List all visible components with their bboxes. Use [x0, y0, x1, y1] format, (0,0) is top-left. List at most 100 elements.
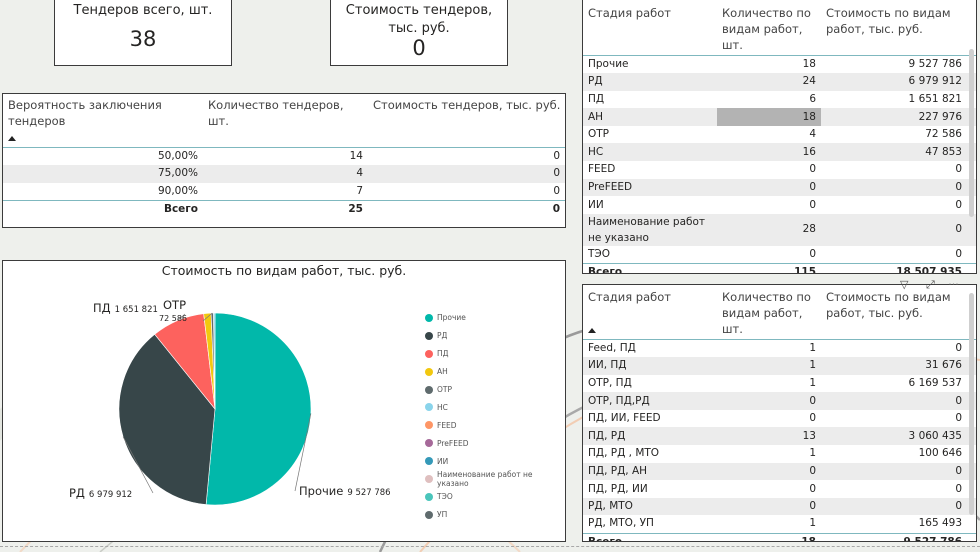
legend-item[interactable]: ОТР: [425, 381, 565, 399]
table-row[interactable]: ПД, РД, ИИ 0 0: [583, 480, 976, 498]
table-row[interactable]: ИИ, ПД 1 31 676: [583, 357, 976, 375]
legend-item[interactable]: FEED: [425, 416, 565, 434]
table-cell: 1: [809, 342, 816, 355]
table-cell: 0: [955, 198, 962, 211]
legend-label: PreFEED: [437, 438, 469, 448]
table-cell: 227 976: [821, 108, 976, 126]
column-header[interactable]: Стоимость тендеров, тыс. руб.: [368, 94, 565, 148]
column-header[interactable]: Количество по видам работ, шт.: [717, 0, 821, 56]
table-row[interactable]: 50,00% 14 0: [3, 148, 565, 166]
table-total-row: Всего 115 18 507 935: [583, 262, 976, 273]
table-row[interactable]: Feed, ПД 1 0: [583, 340, 976, 358]
probability-table[interactable]: Вероятность заключения тендеров Количест…: [2, 93, 566, 228]
table-row[interactable]: ПД, РД , МТО 1 100 646: [583, 445, 976, 463]
legend-label: ОТР: [437, 385, 453, 394]
table-row[interactable]: РД, МТО, УП 1 165 493: [583, 515, 976, 533]
column-header[interactable]: Стоимость по видам работ, тыс. руб.: [821, 285, 976, 340]
table-row[interactable]: ОТР 4 72 586: [583, 126, 976, 144]
vertical-scrollbar[interactable]: [969, 293, 974, 515]
legend-item[interactable]: PreFEED: [425, 434, 565, 452]
vertical-scrollbar[interactable]: [969, 49, 974, 217]
column-header[interactable]: Вероятность заключения тендеров: [3, 94, 203, 148]
table-cell: 0: [821, 462, 976, 481]
column-header[interactable]: Количество по видам работ, шт.: [717, 285, 821, 340]
table-row[interactable]: ИИ 0 0: [583, 196, 976, 214]
legend-item[interactable]: Наименование работ не указано: [425, 470, 565, 488]
table-cell: РД: [583, 73, 717, 91]
sort-ascending-icon[interactable]: [588, 328, 596, 333]
table-row[interactable]: ОТР, ПД,РД 0 0: [583, 392, 976, 410]
kpi-value: 0: [412, 36, 426, 60]
column-header[interactable]: Количество тендеров, шт.: [203, 94, 368, 148]
table-cell: АН: [583, 108, 717, 126]
table-cell: 165 493: [918, 517, 962, 530]
focus-mode-icon[interactable]: ⤢: [926, 278, 935, 291]
total-cell: Всего: [583, 532, 717, 541]
legend-item[interactable]: ТЭО: [425, 488, 565, 506]
table-row[interactable]: FEED 0 0: [583, 161, 976, 179]
data-label-value: 1 651 821: [115, 305, 158, 315]
table-row[interactable]: ПД 6 1 651 821: [583, 91, 976, 109]
legend-label: НС: [437, 402, 448, 412]
table-row[interactable]: ПД, ИИ, FEED 0 0: [583, 410, 976, 428]
table-cell: 0: [809, 163, 816, 176]
table-cell: ПД, РД: [583, 427, 717, 446]
legend-item[interactable]: РД: [425, 327, 565, 345]
table-cell: 0: [821, 178, 976, 197]
legend-item[interactable]: ПД: [425, 345, 565, 363]
table-row[interactable]: ПД, РД, АН 0 0: [583, 462, 976, 481]
table-row[interactable]: 75,00% 4 0: [3, 165, 565, 183]
filter-icon[interactable]: ▽: [900, 278, 908, 291]
legend-marker: [425, 367, 433, 376]
page-boundary: [0, 546, 980, 547]
sort-ascending-icon[interactable]: [8, 136, 16, 141]
pie-slice-0[interactable]: [205, 312, 312, 506]
combo-stage-table[interactable]: Стадия работ Количество по видам работ, …: [582, 284, 977, 542]
data-label-name: Прочие: [299, 484, 343, 498]
table-row[interactable]: PreFEED 0 0: [583, 178, 976, 197]
table-cell: 75,00%: [3, 165, 203, 183]
table-cell: 0: [368, 165, 565, 183]
legend-item[interactable]: НС: [425, 398, 565, 416]
table-row[interactable]: ОТР, ПД 1 6 169 537: [583, 375, 976, 393]
kpi-card-tenders-total[interactable]: Тендеров всего, шт. 38: [54, 0, 232, 66]
table-row[interactable]: РД 24 6 979 912: [583, 73, 976, 91]
kpi-label: Тендеров всего, шт.: [73, 3, 213, 18]
table-total-row: Всего 25 0: [3, 199, 565, 218]
legend-item[interactable]: Прочие: [425, 309, 565, 327]
total-cell: Всего: [583, 262, 717, 273]
table-cell: НС: [583, 143, 717, 162]
total-cell: 115: [717, 262, 821, 273]
legend-item[interactable]: ИИ: [425, 452, 565, 470]
legend-marker: [425, 439, 433, 448]
more-options-icon[interactable]: ···: [948, 278, 959, 291]
table-cell: 0: [809, 412, 816, 425]
column-header-label: Вероятность заключения тендеров: [8, 98, 162, 128]
chart-legend[interactable]: Прочие РД ПД АН ОТР НС FEED PreFEED ИИ Наименован…: [425, 309, 565, 524]
legend-item[interactable]: АН: [425, 363, 565, 381]
data-label-value: 72 586: [159, 314, 187, 323]
table-cell: 0: [821, 392, 976, 410]
column-header[interactable]: Стадия работ: [583, 0, 717, 56]
table-cell: ПД, РД, ИИ: [588, 482, 648, 495]
table-total-row: Всего 18 9 527 786: [583, 532, 976, 541]
column-header[interactable]: Стадия работ: [583, 285, 717, 340]
table-row[interactable]: НС 16 47 853: [583, 143, 976, 162]
legend-item[interactable]: УП: [425, 506, 565, 524]
total-cell: Всего: [3, 199, 203, 218]
table-row[interactable]: 90,00% 7 0: [3, 183, 565, 201]
table-row[interactable]: РД, МТО 0 0: [583, 497, 976, 516]
table-row[interactable]: Наименование работ не указано 28 0: [583, 213, 976, 246]
table-row[interactable]: ТЭО 0 0: [583, 246, 976, 264]
pie-chart[interactable]: Прочие 9 527 786РД 6 979 912ПД 1 651 821 ОТР…: [3, 279, 423, 541]
table-row[interactable]: Прочие 18 9 527 786: [583, 56, 976, 74]
table-row[interactable]: АН 18 227 976: [583, 108, 976, 126]
kpi-card-tenders-cost[interactable]: Стоимость тендеров, тыс. руб. 0: [330, 0, 508, 66]
column-header[interactable]: Стоимость по видам работ, тыс. руб.: [821, 0, 976, 56]
legend-label: ИИ: [437, 456, 449, 466]
legend-marker: [425, 421, 433, 430]
data-label-name: РД: [69, 486, 85, 500]
pie-chart-card[interactable]: Стоимость по видам работ, тыс. руб. Проч…: [2, 260, 566, 542]
table-row[interactable]: ПД, РД 13 3 060 435: [583, 427, 976, 446]
stage-table[interactable]: Стадия работ Количество по видам работ, …: [582, 0, 977, 274]
